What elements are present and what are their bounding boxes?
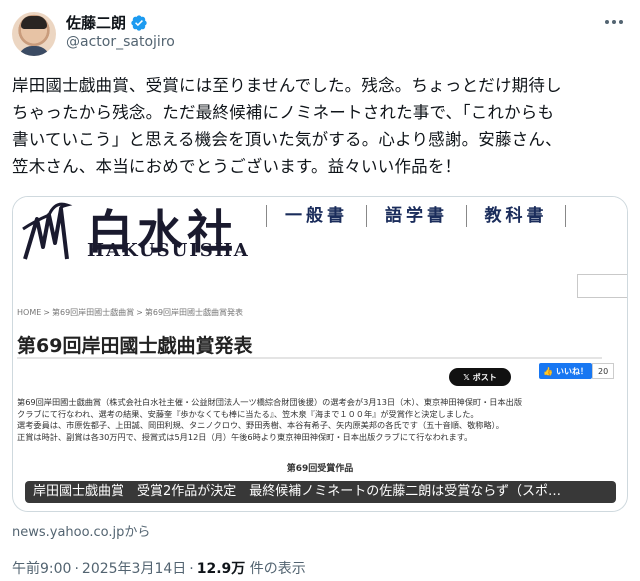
- site-nav: 一般書 語学書 教科書: [266, 205, 566, 227]
- author-avatar[interactable]: [12, 12, 56, 56]
- section-title: 第69回受賞作品: [286, 464, 354, 474]
- author-name-row: 佐藤二朗: [66, 12, 148, 33]
- thumbs-up-icon: 👍: [543, 366, 553, 376]
- rooster-logo-icon: [22, 202, 73, 260]
- views-label: 件の表示: [249, 561, 306, 577]
- x-logo-icon: 𝕏: [463, 372, 470, 382]
- breadcrumb-prize[interactable]: 第69回岸田國士戯曲賞: [52, 308, 134, 317]
- page-title: 第69回岸田國士戯曲賞発表: [17, 335, 253, 357]
- article-line: 正賞は時計、副賞は各30万円で、授賞式は5月12日（月）午後6時より東京神田神保…: [17, 431, 473, 442]
- views-count: 12.9万: [196, 561, 246, 577]
- separator-dot: ·: [74, 561, 79, 577]
- x-post-label: ポスト: [472, 372, 497, 382]
- tweet-date[interactable]: 2025年3月14日: [82, 561, 186, 577]
- site-header: 白水社 HAKUSUISHA 一般書 語学書 教科書: [13, 197, 627, 277]
- site-logo-subtext: HAKUSUISHA: [87, 240, 250, 261]
- nav-item-language[interactable]: 語学書: [366, 205, 466, 227]
- facebook-like-label: いいね！: [555, 366, 588, 376]
- tweet-line: 書いていこう」と思える機会を頂いた気がする。心より感謝。安藤さん、: [12, 130, 562, 149]
- site-search-input[interactable]: [577, 274, 627, 298]
- breadcrumb-current: 第69回岸田國士戯曲賞発表: [144, 308, 244, 317]
- nav-item-general[interactable]: 一般書: [266, 205, 366, 227]
- verified-badge-icon: [130, 14, 148, 32]
- more-options-icon[interactable]: [602, 12, 626, 32]
- chevron-right-icon: >: [43, 308, 50, 317]
- tweet-line: ちゃったから残念。ただ最終候補にノミネートされた事で、「これからも: [12, 103, 555, 122]
- link-preview-card[interactable]: 白水社 HAKUSUISHA 一般書 語学書 教科書 HOME > 第69回岸田國士…: [12, 196, 628, 512]
- tweet-line: 笠木さん、本当におめでとうございます。益々いい作品を！: [12, 157, 462, 176]
- card-source-domain[interactable]: news.yahoo.co.jpから: [12, 521, 150, 540]
- author-handle[interactable]: @actor_satojiro: [66, 34, 175, 50]
- nav-item-textbook[interactable]: 教科書: [466, 205, 566, 227]
- facebook-like-count: 20: [592, 363, 615, 379]
- x-post-button[interactable]: 𝕏 ポスト: [449, 368, 511, 386]
- breadcrumb-home[interactable]: HOME: [17, 308, 41, 317]
- article-line: 第69回岸田國士戯曲賞（株式会社白水社主催・公益財団法人一ツ橋綜合財団後援）の選…: [17, 397, 523, 407]
- author-display-name[interactable]: 佐藤二朗: [66, 12, 126, 33]
- article-line: クラブにて行なわれ、選考の結果、安藤奎『歩かなくても棒に当たる』、笠木泉『海まで…: [17, 408, 479, 419]
- tweet-meta: 午前9:00 · 2025年3月14日 · 12.9万 件の表示: [12, 558, 306, 578]
- tweet-text: 岸田國士戯曲賞、受賞には至りませんでした。残念。ちょっとだけ期待し ちゃったから…: [12, 72, 624, 180]
- card-headline[interactable]: 岸田國士戯曲賞 受賞2作品が決定 最終候補ノミネートの佐藤二朗は受賞ならず（スポ…: [25, 481, 616, 503]
- article-line: 選考委員は、市原佐都子、上田誠、岡田利規、タニノクロウ、野田秀樹、本谷有希子、矢…: [17, 420, 504, 431]
- breadcrumb: HOME > 第69回岸田國士戯曲賞 > 第69回岸田國士戯曲賞発表: [17, 307, 243, 318]
- chevron-right-icon: >: [136, 308, 143, 317]
- separator-dot: ·: [189, 561, 194, 577]
- tweet-line: 岸田國士戯曲賞、受賞には至りませんでした。残念。ちょっとだけ期待し: [12, 76, 562, 95]
- facebook-like-button[interactable]: 👍 いいね！: [539, 363, 592, 379]
- article-body: 第69回岸田國士戯曲賞（株式会社白水社主催・公益財団法人一ツ橋綜合財団後援）の選…: [17, 397, 609, 443]
- divider: [17, 357, 602, 359]
- tweet-time[interactable]: 午前9:00: [12, 561, 71, 577]
